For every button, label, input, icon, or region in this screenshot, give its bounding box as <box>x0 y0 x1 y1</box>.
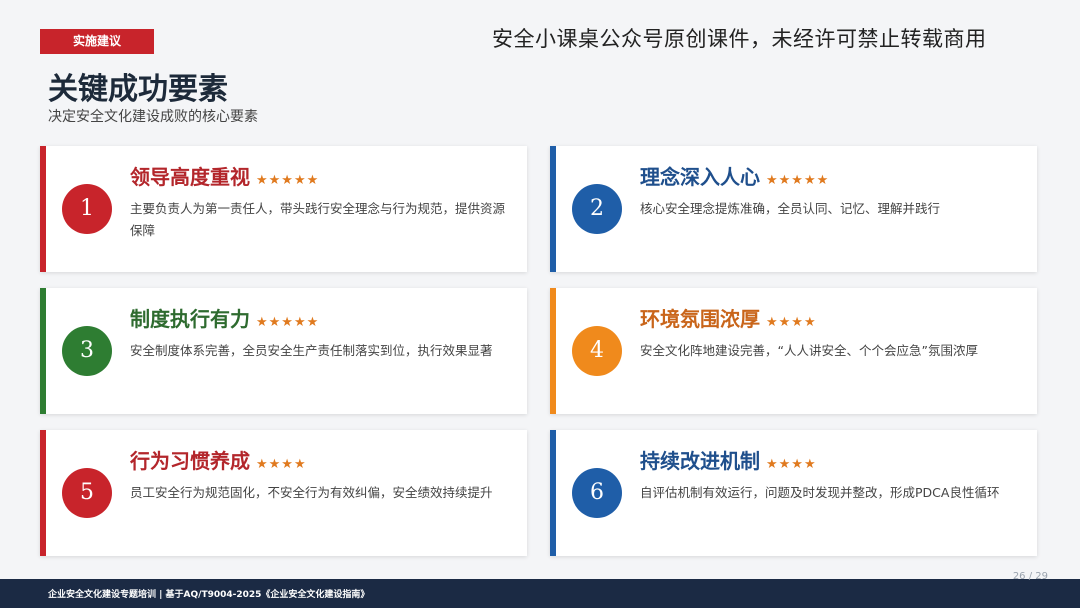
number-badge: 1 <box>62 184 112 234</box>
card-title-text: 制度执行有力 <box>130 307 250 331</box>
card-title-text: 环境氛围浓厚 <box>640 307 760 331</box>
page-subtitle: 决定安全文化建设成败的核心要素 <box>48 109 258 125</box>
factor-card-2: 2 理念深入人心 ★★★★★ 核心安全理念提炼准确，全员认同、记忆、理解并践行 <box>550 146 1037 272</box>
card-title-text: 持续改进机制 <box>640 449 760 473</box>
card-title: 制度执行有力 ★★★★★ <box>130 303 319 332</box>
copyright-notice: 安全小课桌公众号原创课件，未经许可禁止转载商用 <box>492 27 987 51</box>
card-description: 员工安全行为规范固化，不安全行为有效纠偏，安全绩效持续提升 <box>130 485 493 500</box>
card-description: 自评估机制有效运行，问题及时发现并整改，形成PDCA良性循环 <box>640 485 1000 500</box>
star-rating: ★★★★ <box>766 457 817 472</box>
factor-card-1: 1 领导高度重视 ★★★★★ 主要负责人为第一责任人，带头践行安全理念与行为规范，… <box>40 146 527 272</box>
card-title: 领导高度重视 ★★★★★ <box>130 161 319 190</box>
card-title-text: 理念深入人心 <box>640 165 760 189</box>
number-badge: 6 <box>572 468 622 518</box>
page-title: 关键成功要素 <box>48 72 228 107</box>
card-description: 核心安全理念提炼准确，全员认同、记忆、理解并践行 <box>640 201 941 216</box>
card-title: 环境氛围浓厚 ★★★★ <box>640 303 817 332</box>
number-badge: 4 <box>572 326 622 376</box>
star-rating: ★★★★ <box>256 457 307 472</box>
number-badge: 3 <box>62 326 112 376</box>
factor-card-5: 5 行为习惯养成 ★★★★ 员工安全行为规范固化，不安全行为有效纠偏，安全绩效持续… <box>40 430 527 556</box>
card-title-text: 领导高度重视 <box>130 165 250 189</box>
star-rating: ★★★★★ <box>766 173 830 188</box>
factor-card-3: 3 制度执行有力 ★★★★★ 安全制度体系完善，全员安全生产责任制落实到位，执行效… <box>40 288 527 414</box>
card-description: 安全文化阵地建设完善，“人人讲安全、个个会应急”氛围浓厚 <box>640 343 978 358</box>
card-description: 安全制度体系完善，全员安全生产责任制落实到位，执行效果显著 <box>130 343 493 358</box>
footer-bar: 企业安全文化建设专题培训 | 基于AQ/T9004-2025《企业安全文化建设指… <box>0 571 1080 608</box>
factor-card-4: 4 环境氛围浓厚 ★★★★ 安全文化阵地建设完善，“人人讲安全、个个会应急”氛围浓… <box>550 288 1037 414</box>
factor-card-6: 6 持续改进机制 ★★★★ 自评估机制有效运行，问题及时发现并整改，形成PDCA良… <box>550 430 1037 556</box>
star-rating: ★★★★★ <box>256 173 320 188</box>
section-tag: 实施建议 <box>40 29 154 54</box>
card-title: 行为习惯养成 ★★★★ <box>130 445 307 474</box>
number-badge: 5 <box>62 468 112 518</box>
card-title: 持续改进机制 ★★★★ <box>640 445 817 474</box>
page-number: 26 / 29 <box>1012 571 1048 582</box>
card-description: 主要负责人为第一责任人，带头践行安全理念与行为规范，提供资源保障 <box>130 201 506 238</box>
card-title: 理念深入人心 ★★★★★ <box>640 161 829 190</box>
star-rating: ★★★★★ <box>256 315 320 330</box>
number-badge: 2 <box>572 184 622 234</box>
footer-text: 企业安全文化建设专题培训 | 基于AQ/T9004-2025《企业安全文化建设指… <box>48 590 370 600</box>
star-rating: ★★★★ <box>766 315 817 330</box>
card-title-text: 行为习惯养成 <box>130 449 250 473</box>
